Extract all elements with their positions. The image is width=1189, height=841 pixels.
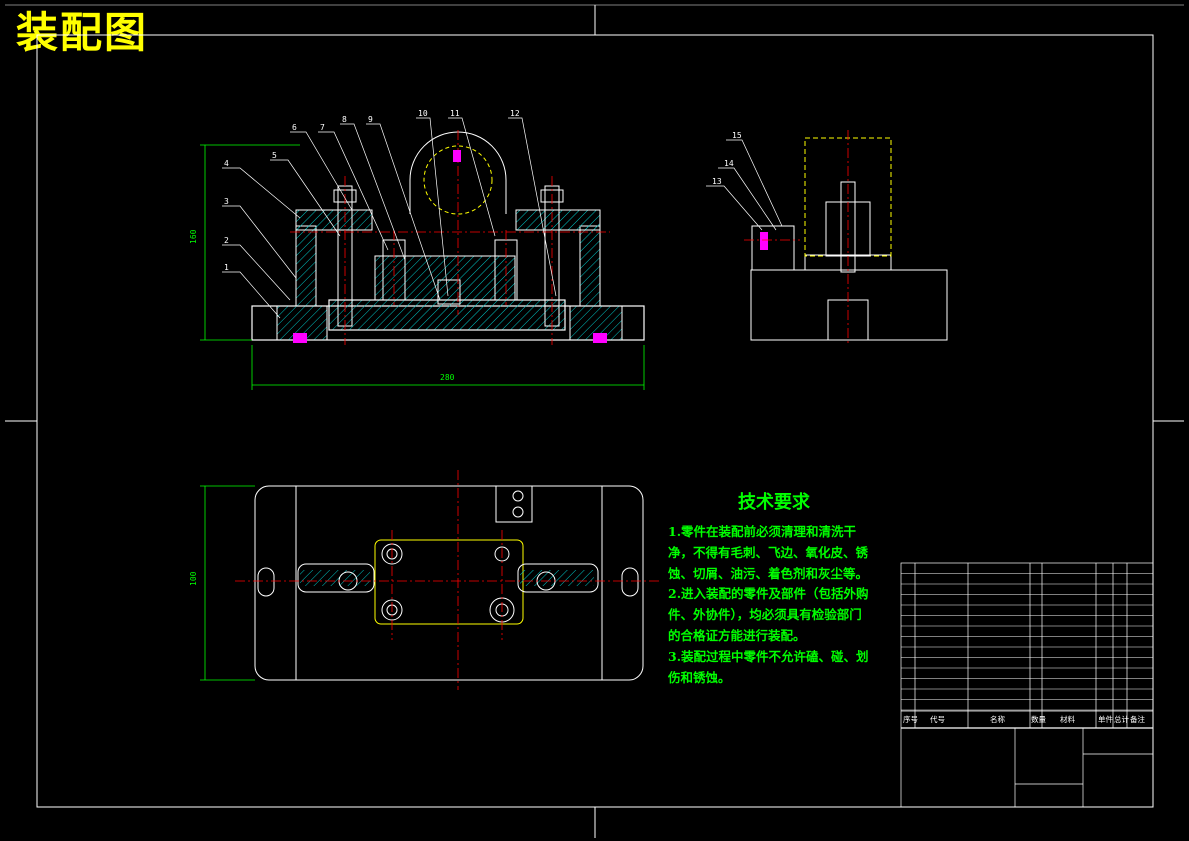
dimension-height-front: 160 xyxy=(189,229,198,244)
part-number-label: 9 xyxy=(368,115,373,124)
part-number-label: 5 xyxy=(272,151,277,160)
drawing-border xyxy=(5,4,1184,838)
part-number-label: 3 xyxy=(224,197,229,206)
part-number-label: 1 xyxy=(224,263,229,272)
parts-list-header-cell: 代号 xyxy=(930,714,945,724)
parts-list-header-cell: 序号 xyxy=(903,714,918,724)
part-number-label: 7 xyxy=(320,123,325,132)
part-number-label: 4 xyxy=(224,159,229,168)
dimension-height-plan: 100 xyxy=(189,571,198,586)
technical-requirement-line: 3.装配过程中零件不允许磕、碰、划 xyxy=(668,648,869,664)
engineering-drawing: 序号 代号 名称 数量 材料 单件 总计 备注 160 280 100 123456 78 910… xyxy=(5,4,1184,838)
part-number-label: 6 xyxy=(292,123,297,132)
technical-requirement-line: 伤和锈蚀。 xyxy=(668,669,731,685)
part-number-label: 2 xyxy=(224,236,229,245)
parts-list-header: 序号 代号 名称 数量 材料 单件 总计 备注 xyxy=(903,714,1146,724)
side-view xyxy=(706,130,948,345)
part-number-label: 13 xyxy=(712,177,722,186)
part-number-label: 11 xyxy=(450,109,460,118)
technical-requirement-line: 1.零件在装配前必须清理和清洗干 xyxy=(668,524,857,539)
parts-list-header-cell: 数量 xyxy=(1031,714,1047,724)
technical-requirement-line: 净，不得有毛刺、飞边、氧化皮、锈 xyxy=(668,544,869,560)
parts-list-header-cell: 名称 xyxy=(990,714,1005,724)
drawing-canvas: 装配图 序号 代号 名称 数量 材料 单件 总计 备注 160 280 100 … xyxy=(0,0,1189,841)
parts-list-rows xyxy=(901,573,1153,711)
front-view xyxy=(200,117,645,390)
technical-requirement-line: 的合格证方能进行装配。 xyxy=(668,628,806,643)
parts-list-header-cell: 备注 xyxy=(1130,714,1146,724)
technical-requirement-line: 件、外协件），均必须具有检验部门 xyxy=(668,607,862,623)
part-number-label: 14 xyxy=(724,159,734,168)
part-number-label: 12 xyxy=(510,109,520,118)
plan-view xyxy=(200,470,660,690)
dimension-width-front: 280 xyxy=(440,373,455,382)
technical-requirements-heading: 技术要求 xyxy=(738,492,810,513)
parts-list-header-cell: 材料 xyxy=(1060,714,1076,724)
parts-list-header-cell: 总计 xyxy=(1114,714,1130,724)
part-number-label: 8 xyxy=(342,115,347,124)
part-number-label: 10 xyxy=(418,109,428,118)
part-number-label: 15 xyxy=(732,131,742,140)
technical-requirement-line: 蚀、切屑、油污、着色剂和灰尘等。 xyxy=(668,565,869,581)
parts-list-header-cell: 单件 xyxy=(1098,714,1114,724)
technical-requirement-line: 2.进入装配的零件及部件（包括外购 xyxy=(668,586,869,602)
title-block xyxy=(900,562,1154,808)
